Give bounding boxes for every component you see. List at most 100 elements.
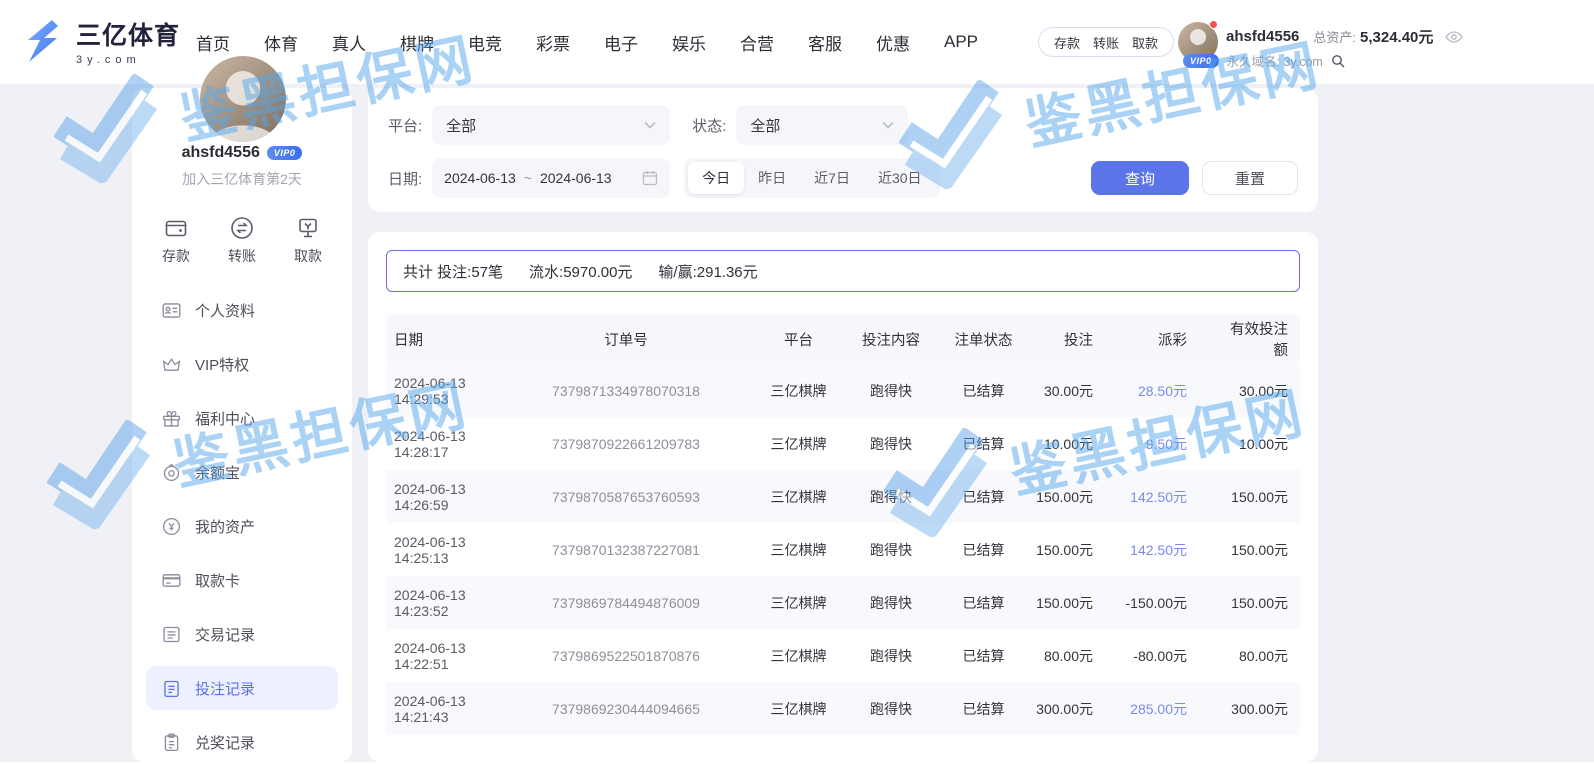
profile-avatar[interactable] [200, 56, 286, 142]
cell-bet-amount: 10.00元 [1031, 434, 1121, 454]
sidebar-item-transactions[interactable]: 交易记录 [146, 612, 338, 656]
column-header: 日期 [386, 329, 501, 350]
quick-range-button[interactable]: 近30日 [864, 162, 936, 194]
summary-item: 流水:5970.00元 [529, 261, 632, 282]
table-row: 2024-06-13 14:29:53 7379871334978070318 … [386, 364, 1300, 417]
cell-valid-amount: 300.00元 [1221, 699, 1300, 719]
records-panel: 共计 投注:57笔流水:5970.00元输/赢:291.36元 日期 订单号 平… [368, 232, 1318, 762]
column-header: 订单号 [501, 329, 751, 350]
cell-date: 2024-06-13 14:21:43 [386, 693, 501, 725]
cell-bet-content: 跑得快 [846, 487, 936, 507]
cell-bet-amount: 150.00元 [1031, 540, 1121, 560]
quick-range-button[interactable]: 今日 [688, 162, 744, 194]
nav-item[interactable]: 首页 [196, 30, 230, 55]
sidebar-item-withdraw-card[interactable]: 取款卡 [146, 558, 338, 602]
column-header: 注单状态 [936, 329, 1031, 350]
column-header: 投注内容 [846, 329, 936, 350]
cell-payout: 142.50元 [1121, 487, 1221, 507]
filter-panel: 平台: 全部 状态: 全部 日期: 2024-06-13 ~ 2024-06-1… [368, 88, 1318, 212]
wallet-quick-actions: 存款转账取款 [1038, 27, 1174, 57]
gift-icon [161, 408, 182, 429]
nav-item[interactable]: APP [944, 32, 978, 52]
nav-item[interactable]: 合营 [740, 30, 774, 55]
sidebar-item-yuebao[interactable]: 余额宝 [146, 450, 338, 494]
column-header: 平台 [751, 329, 846, 350]
date-label: 日期: [388, 168, 422, 189]
nav-item[interactable]: 客服 [808, 30, 842, 55]
nav-item[interactable]: 体育 [264, 30, 298, 55]
sidebar-item-vip[interactable]: VIP特权 [146, 342, 338, 386]
sidebar-item-profile[interactable]: 个人资料 [146, 288, 338, 332]
cell-valid-amount: 150.00元 [1221, 593, 1300, 613]
deposit-button[interactable]: 存款 [162, 215, 190, 266]
cell-status: 已结算 [936, 646, 1031, 666]
cell-bet-content: 跑得快 [846, 646, 936, 666]
cell-status: 已结算 [936, 434, 1031, 454]
nav-item[interactable]: 棋牌 [400, 30, 434, 55]
date-separator: ~ [524, 170, 532, 186]
table-row: 2024-06-13 14:28:17 7379870922661209783 … [386, 417, 1300, 470]
cell-payout: 9.50元 [1121, 434, 1221, 454]
permanent-domain: 永久域名: 3y.com [1227, 51, 1323, 70]
redeem-record-icon [161, 732, 182, 753]
transaction-list-icon [161, 624, 182, 645]
date-to: 2024-06-13 [540, 170, 612, 186]
header-wallet-action[interactable]: 存款 [1054, 33, 1080, 52]
header-username: ahsfd4556 [1226, 28, 1299, 45]
cell-valid-amount: 80.00元 [1221, 646, 1300, 666]
header-wallet-action[interactable]: 转账 [1093, 33, 1119, 52]
sidebar-item-label: 个人资料 [195, 300, 255, 321]
nav-item[interactable]: 优惠 [876, 30, 910, 55]
table-row: 2024-06-13 14:25:13 7379870132387227081 … [386, 523, 1300, 576]
cell-platform: 三亿棋牌 [751, 487, 846, 507]
nav-item[interactable]: 真人 [332, 30, 366, 55]
status-select[interactable]: 全部 [736, 105, 908, 145]
table-body: 2024-06-13 14:29:53 7379871334978070318 … [386, 364, 1300, 735]
cell-platform: 三亿棋牌 [751, 699, 846, 719]
sidebar-item-label: VIP特权 [195, 354, 249, 375]
nav-item[interactable]: 电子 [604, 30, 638, 55]
nav-item[interactable]: 娱乐 [672, 30, 706, 55]
cell-date: 2024-06-13 14:25:13 [386, 534, 501, 566]
date-range-input[interactable]: 2024-06-13 ~ 2024-06-13 [432, 158, 670, 198]
eye-icon[interactable] [1445, 31, 1463, 43]
notification-dot [1209, 20, 1218, 29]
sidebar-item-assets[interactable]: 我的资产 [146, 504, 338, 548]
transfer-button[interactable]: 转账 [228, 215, 256, 266]
cell-bet-content: 跑得快 [846, 593, 936, 613]
cell-order-number: 7379869230444094665 [501, 701, 751, 717]
bet-record-icon [161, 678, 182, 699]
platform-select[interactable]: 全部 [432, 105, 670, 145]
chevron-down-icon [644, 121, 656, 129]
search-icon[interactable] [1331, 54, 1345, 68]
cell-status: 已结算 [936, 699, 1031, 719]
header-wallet-action[interactable]: 取款 [1132, 33, 1158, 52]
cell-bet-amount: 30.00元 [1031, 381, 1121, 401]
brand-domain: 3y.com [76, 54, 180, 66]
table-header-row: 日期 订单号 平台 投注内容 注单状态 投注 派彩 有效投注额 [386, 314, 1300, 364]
withdraw-button[interactable]: 取款 [294, 215, 322, 266]
quick-range-button[interactable]: 近7日 [800, 162, 864, 194]
brand-logo[interactable]: 三亿体育 3y.com [20, 16, 180, 66]
cell-bet-content: 跑得快 [846, 540, 936, 560]
sidebar-item-redeem-records[interactable]: 兑奖记录 [146, 720, 338, 764]
summary-bar: 共计 投注:57笔流水:5970.00元输/赢:291.36元 [386, 250, 1300, 292]
id-card-icon [161, 300, 182, 321]
nav-menu: 首页 体育 真人 棋牌 电竞 彩票 电子 娱乐 合营 客服 优惠 APP [196, 0, 978, 84]
total-assets-value: 5,324.40元 [1360, 26, 1433, 47]
sidebar-item-bet-records[interactable]: 投注记录 [146, 666, 338, 710]
cell-date: 2024-06-13 14:28:17 [386, 428, 501, 460]
sidebar-item-welfare[interactable]: 福利中心 [146, 396, 338, 440]
quick-range-button[interactable]: 昨日 [744, 162, 800, 194]
nav-item[interactable]: 彩票 [536, 30, 570, 55]
reset-button[interactable]: 重置 [1202, 161, 1298, 195]
header-domain-line: VIP0 永久域名: 3y.com [1183, 51, 1345, 70]
sidebar-item-label: 投注记录 [195, 678, 255, 699]
cell-date: 2024-06-13 14:22:51 [386, 640, 501, 672]
search-button[interactable]: 查询 [1091, 161, 1189, 195]
bet-records-table: 日期 订单号 平台 投注内容 注单状态 投注 派彩 有效投注额 2024-06-… [386, 314, 1300, 735]
nav-item[interactable]: 电竞 [468, 30, 502, 55]
cell-date: 2024-06-13 14:23:52 [386, 587, 501, 619]
cell-valid-amount: 150.00元 [1221, 540, 1300, 560]
transfer-label: 转账 [228, 246, 256, 266]
